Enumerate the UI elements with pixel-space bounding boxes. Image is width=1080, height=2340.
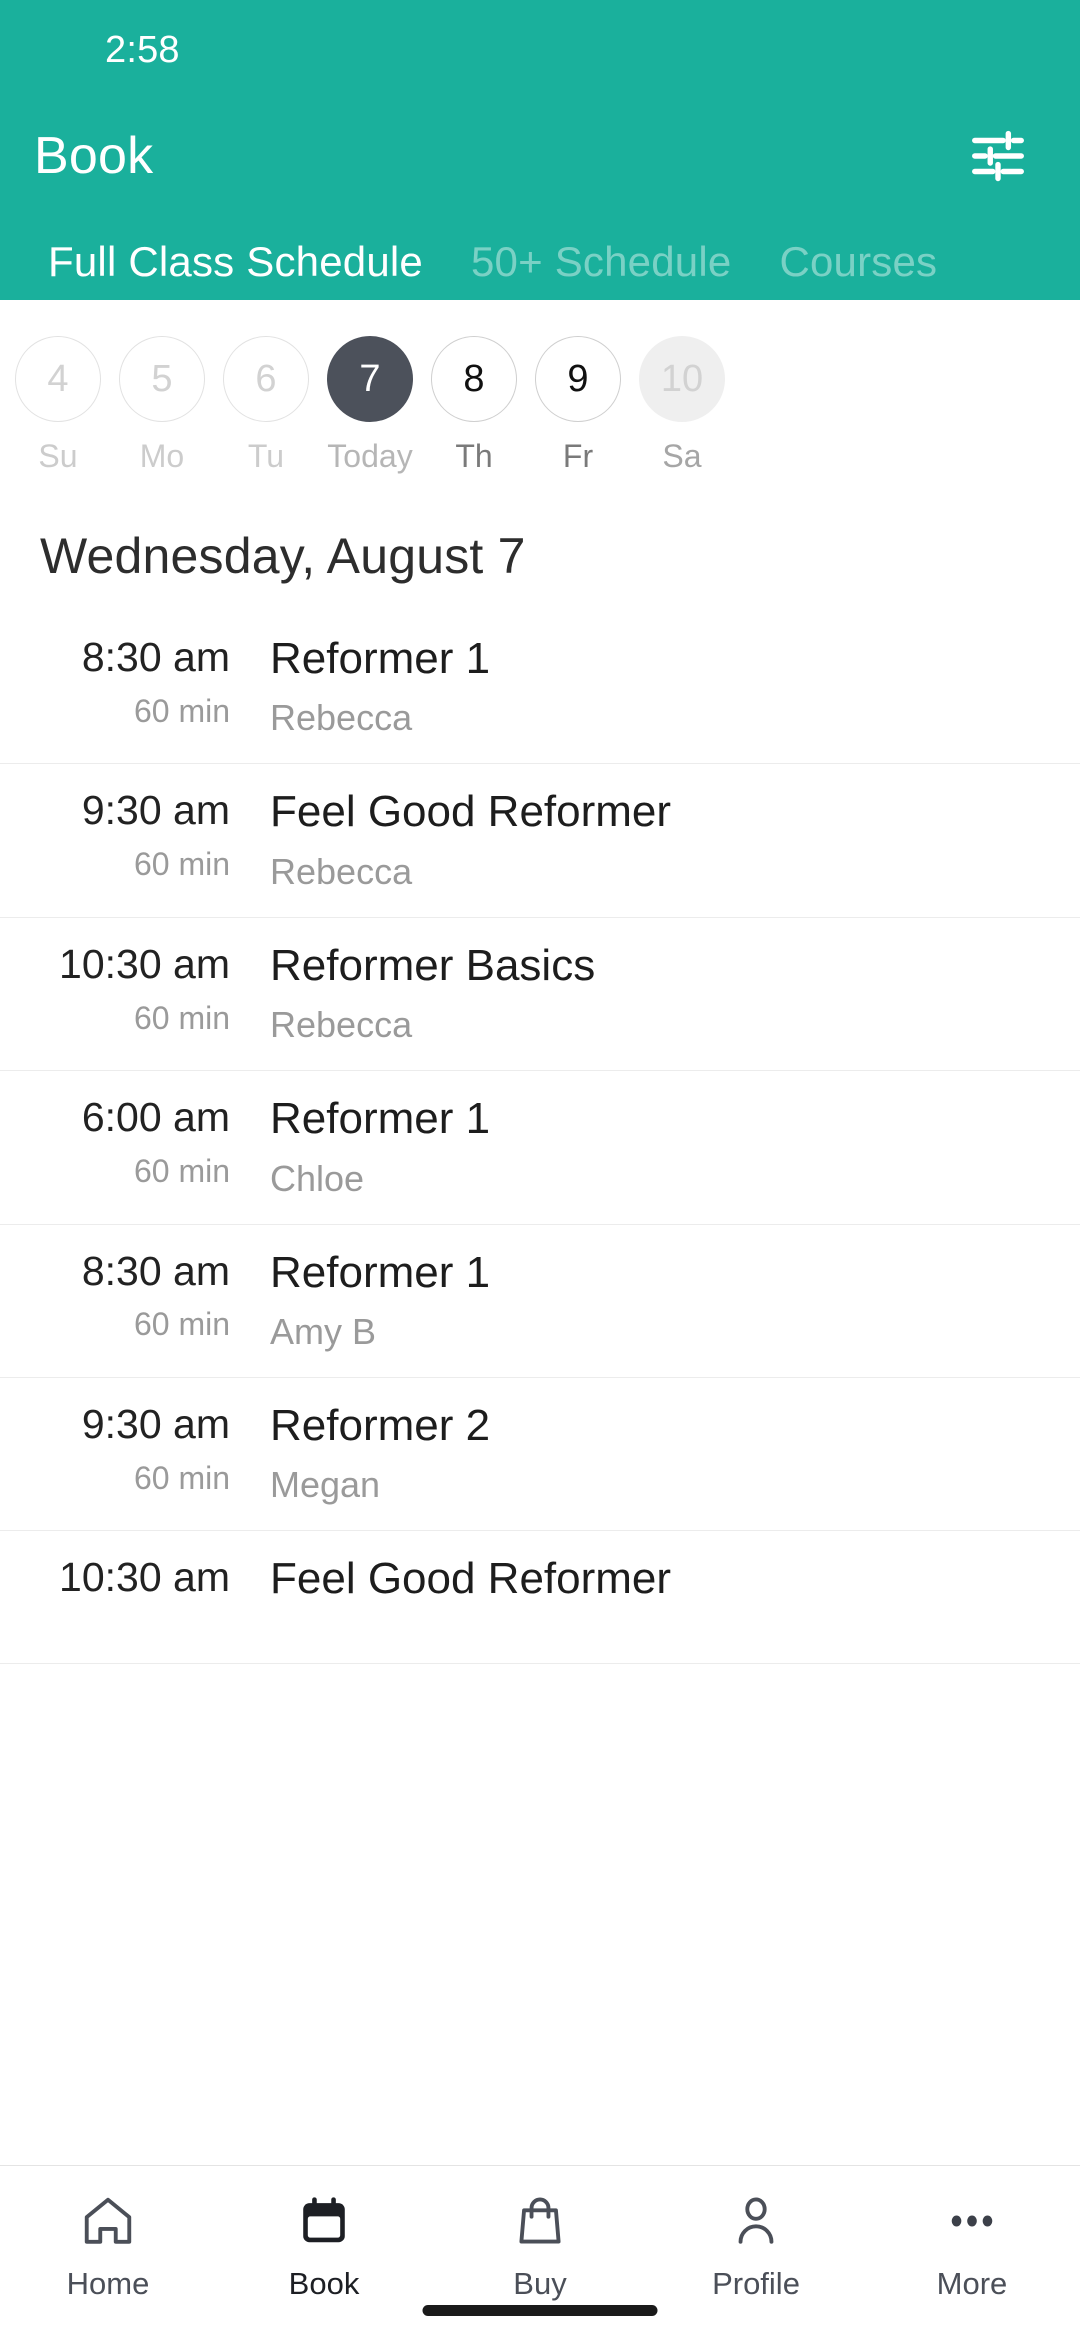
- class-schedule-list[interactable]: 8:30 am 60 min Reformer 1 Rebecca 9:30 a…: [0, 611, 1080, 2165]
- class-time-column: 9:30 am 60 min: [40, 1400, 230, 1497]
- tab-full-class-schedule[interactable]: Full Class Schedule: [24, 238, 447, 300]
- date-weekday-label: Fr: [562, 438, 594, 474]
- status-bar-clock: 2:58: [105, 28, 180, 71]
- home-icon: [79, 2190, 137, 2252]
- class-info-column: Feel Good Reformer Rebecca: [230, 787, 1040, 892]
- class-list-item[interactable]: 8:30 am 60 min Reformer 1 Amy B: [0, 1225, 1080, 1378]
- date-circle: 8: [431, 336, 517, 422]
- home-indicator: [422, 2305, 658, 2316]
- date-cell-6[interactable]: 6 Tu: [214, 336, 318, 475]
- class-instructor: Megan: [270, 1464, 381, 1506]
- class-instructor: Rebecca: [270, 850, 413, 892]
- class-time-column: 10:30 am 60 min: [40, 940, 230, 1037]
- app-header: 2:58 Book Full Class Schedule 50+ Schedu…: [0, 0, 1080, 300]
- class-name: Reformer 1: [270, 1247, 491, 1297]
- nav-item-book[interactable]: Book: [216, 2190, 432, 2302]
- class-time-column: 6:00 am 60 min: [40, 1094, 230, 1190]
- class-duration: 60 min: [133, 692, 230, 729]
- class-info-column: Reformer Basics Rebecca: [230, 940, 1040, 1046]
- date-cell-5[interactable]: 5 Mo: [110, 336, 214, 475]
- date-circle: 4: [15, 336, 101, 422]
- class-name: Reformer Basics: [270, 940, 596, 990]
- class-info-column: Reformer 1 Chloe: [230, 1094, 1040, 1199]
- page-title: Book: [34, 127, 154, 185]
- date-circle: 9: [535, 336, 621, 422]
- class-list-item[interactable]: 10:30 am Feel Good Reformer: [0, 1531, 1080, 1665]
- class-info-column: Reformer 1 Rebecca: [230, 634, 1040, 739]
- date-circle-selected: 7: [327, 336, 413, 422]
- class-instructor: Amy B: [270, 1310, 377, 1352]
- date-weekday-label: Tu: [247, 438, 285, 474]
- app-screen: 2:58 Book Full Class Schedule 50+ Schedu…: [0, 0, 1080, 2340]
- class-start-time: 10:30 am: [59, 1554, 230, 1601]
- class-list-item[interactable]: 9:30 am 60 min Feel Good Reformer Rebecc…: [0, 764, 1080, 918]
- nav-item-profile[interactable]: Profile: [648, 2190, 864, 2302]
- class-time-column: 8:30 am 60 min: [40, 1247, 230, 1344]
- nav-label: Book: [288, 2266, 360, 2301]
- class-name: Reformer 1: [270, 634, 491, 683]
- class-start-time: 9:30 am: [81, 1400, 230, 1447]
- class-list-item[interactable]: 6:00 am 60 min Reformer 1 Chloe: [0, 1071, 1080, 1225]
- bag-icon: [511, 2190, 569, 2252]
- class-name: Reformer 2: [270, 1400, 491, 1450]
- class-name: Reformer 1: [270, 1094, 491, 1144]
- date-cell-8[interactable]: 8 Th: [422, 336, 526, 475]
- class-start-time: 9:30 am: [81, 787, 230, 834]
- selected-date-heading: Wednesday, August 7: [40, 528, 526, 584]
- nav-label: Buy: [513, 2266, 567, 2301]
- nav-label: Home: [66, 2266, 150, 2301]
- date-cell-10[interactable]: 10 Sa: [630, 336, 734, 475]
- class-duration: 60 min: [133, 999, 230, 1036]
- class-duration: 60 min: [133, 846, 230, 883]
- class-start-time: 8:30 am: [81, 634, 230, 680]
- calendar-icon: [295, 2190, 353, 2252]
- tune-sliders-icon: [967, 125, 1029, 187]
- class-list-item[interactable]: 8:30 am 60 min Reformer 1 Rebecca: [0, 611, 1080, 765]
- class-duration: 60 min: [133, 1306, 230, 1343]
- class-time-column: 9:30 am 60 min: [40, 787, 230, 883]
- date-weekday-label: Sa: [662, 438, 702, 474]
- schedule-tabs[interactable]: Full Class Schedule 50+ Schedule Courses: [0, 212, 1080, 300]
- class-duration: 60 min: [133, 1153, 230, 1190]
- nav-item-more[interactable]: More: [864, 2190, 1080, 2302]
- class-name: Feel Good Reformer: [270, 787, 672, 837]
- tab-courses[interactable]: Courses: [755, 238, 961, 300]
- class-start-time: 6:00 am: [81, 1094, 230, 1141]
- class-time-column: 10:30 am: [40, 1554, 230, 1613]
- tab-50-plus-schedule[interactable]: 50+ Schedule: [447, 238, 755, 300]
- class-name: Feel Good Reformer: [270, 1554, 672, 1604]
- date-weekday-label: Today: [327, 438, 413, 474]
- date-circle: 5: [119, 336, 205, 422]
- class-list-item[interactable]: 9:30 am 60 min Reformer 2 Megan: [0, 1378, 1080, 1532]
- status-bar: 2:58: [0, 0, 1080, 100]
- class-instructor: Chloe: [270, 1157, 365, 1199]
- date-cell-9[interactable]: 9 Fr: [526, 336, 630, 475]
- ellipsis-icon: [943, 2190, 1001, 2252]
- class-duration: 60 min: [133, 1459, 230, 1496]
- filter-button[interactable]: [960, 118, 1036, 194]
- date-cell-4[interactable]: 4 Su: [6, 336, 110, 475]
- class-start-time: 10:30 am: [59, 940, 230, 987]
- class-instructor: Rebecca: [270, 1004, 413, 1046]
- nav-item-buy[interactable]: Buy: [432, 2190, 648, 2302]
- class-time-column: 8:30 am 60 min: [40, 634, 230, 730]
- class-info-column: Reformer 1 Amy B: [230, 1247, 1040, 1353]
- date-selector-strip[interactable]: 4 Su 5 Mo 6 Tu 7 Today 8 Th 9 Fr 10 Sa: [0, 300, 1080, 495]
- date-weekday-label: Mo: [139, 438, 185, 474]
- class-list-item[interactable]: 10:30 am 60 min Reformer Basics Rebecca: [0, 918, 1080, 1072]
- person-icon: [727, 2190, 785, 2252]
- date-weekday-label: Su: [38, 438, 78, 474]
- date-circle: 10: [639, 336, 725, 422]
- class-start-time: 8:30 am: [81, 1247, 230, 1294]
- class-instructor: Rebecca: [270, 697, 413, 739]
- date-cell-7-today[interactable]: 7 Today: [318, 336, 422, 475]
- date-circle: 6: [223, 336, 309, 422]
- class-info-column: Reformer 2 Megan: [230, 1400, 1040, 1506]
- nav-label: Profile: [712, 2266, 800, 2301]
- nav-label: More: [936, 2266, 1008, 2301]
- class-info-column: Feel Good Reformer: [230, 1554, 1040, 1617]
- date-weekday-label: Th: [455, 438, 493, 474]
- nav-item-home[interactable]: Home: [0, 2190, 216, 2302]
- app-bar: Book: [0, 100, 1080, 212]
